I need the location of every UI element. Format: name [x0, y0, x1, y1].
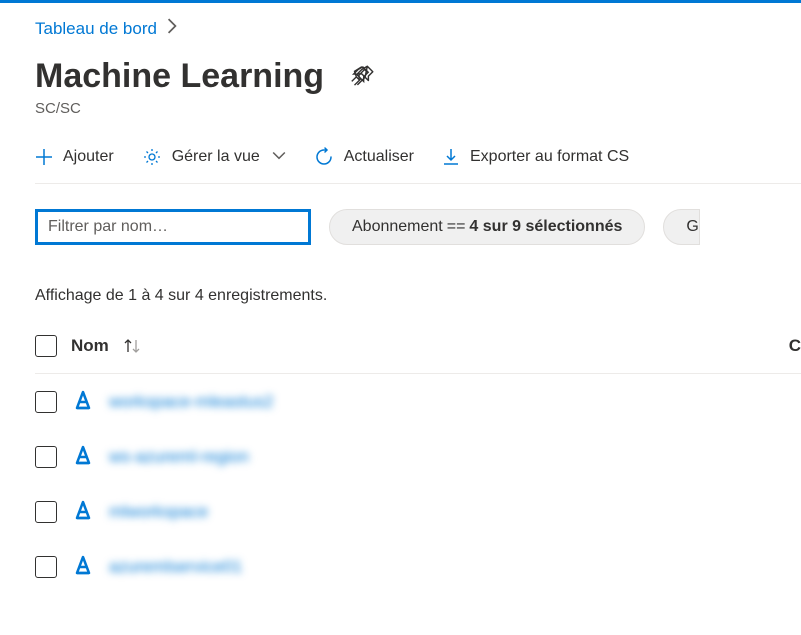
subscription-filter-value: 4 sur 9 sélectionnés — [469, 218, 622, 236]
row-name-link[interactable]: ws-azureml-region — [109, 447, 249, 467]
table-header: Nom C — [35, 335, 801, 374]
table-row: ws-azureml-region — [35, 429, 801, 484]
column-header-right[interactable]: C — [789, 336, 801, 356]
row-checkbox[interactable] — [35, 391, 57, 413]
add-label: Ajouter — [63, 148, 114, 166]
filter-name-input[interactable] — [35, 209, 311, 245]
records-count: Affichage de 1 à 4 sur 4 enregistrements… — [35, 287, 801, 305]
row-name-link[interactable]: azuremlservice01 — [109, 557, 242, 577]
table-row: mlworkspace — [35, 484, 801, 539]
plus-icon — [35, 148, 53, 166]
ml-workspace-icon — [71, 498, 95, 525]
ml-workspace-icon — [71, 443, 95, 470]
column-header-name[interactable]: Nom — [71, 336, 109, 356]
chevron-right-icon — [167, 18, 177, 39]
refresh-button[interactable]: Actualiser — [314, 147, 414, 167]
select-all-checkbox[interactable] — [35, 335, 57, 357]
download-icon — [442, 147, 460, 167]
row-checkbox[interactable] — [35, 556, 57, 578]
add-button[interactable]: Ajouter — [35, 148, 114, 166]
filters-row: Abonnement == 4 sur 9 sélectionnés G — [35, 209, 801, 245]
row-name-link[interactable]: workspace-mleastus2 — [109, 392, 273, 412]
table-row: workspace-mleastus2 — [35, 374, 801, 429]
subscription-filter-label: Abonnement — [352, 218, 443, 236]
page-title: Machine Learning — [35, 57, 324, 96]
table-row: azuremlservice01 — [35, 539, 801, 594]
breadcrumb-root-link[interactable]: Tableau de bord — [35, 19, 157, 39]
refresh-icon — [314, 147, 334, 167]
toolbar: Ajouter Gérer la vue Actualiser — [35, 147, 801, 184]
manage-view-label: Gérer la vue — [172, 148, 260, 166]
filter-pill-partial[interactable]: G — [663, 209, 699, 245]
sort-icon[interactable] — [123, 337, 143, 355]
export-csv-label: Exporter au format CS — [470, 148, 629, 166]
subtitle: SC/SC — [35, 100, 801, 117]
refresh-label: Actualiser — [344, 148, 414, 166]
row-name-link[interactable]: mlworkspace — [109, 502, 208, 522]
row-checkbox[interactable] — [35, 501, 57, 523]
ml-workspace-icon — [71, 553, 95, 580]
chevron-down-icon — [272, 148, 286, 166]
pin-icon[interactable] — [349, 64, 375, 89]
row-checkbox[interactable] — [35, 446, 57, 468]
ml-workspace-icon — [71, 388, 95, 415]
breadcrumb: Tableau de bord — [35, 18, 801, 39]
manage-view-button[interactable]: Gérer la vue — [142, 147, 286, 167]
subscription-filter-op: == — [447, 218, 466, 236]
gear-icon — [142, 147, 162, 167]
subscription-filter-pill[interactable]: Abonnement == 4 sur 9 sélectionnés — [329, 209, 645, 245]
export-csv-button[interactable]: Exporter au format CS — [442, 147, 629, 167]
